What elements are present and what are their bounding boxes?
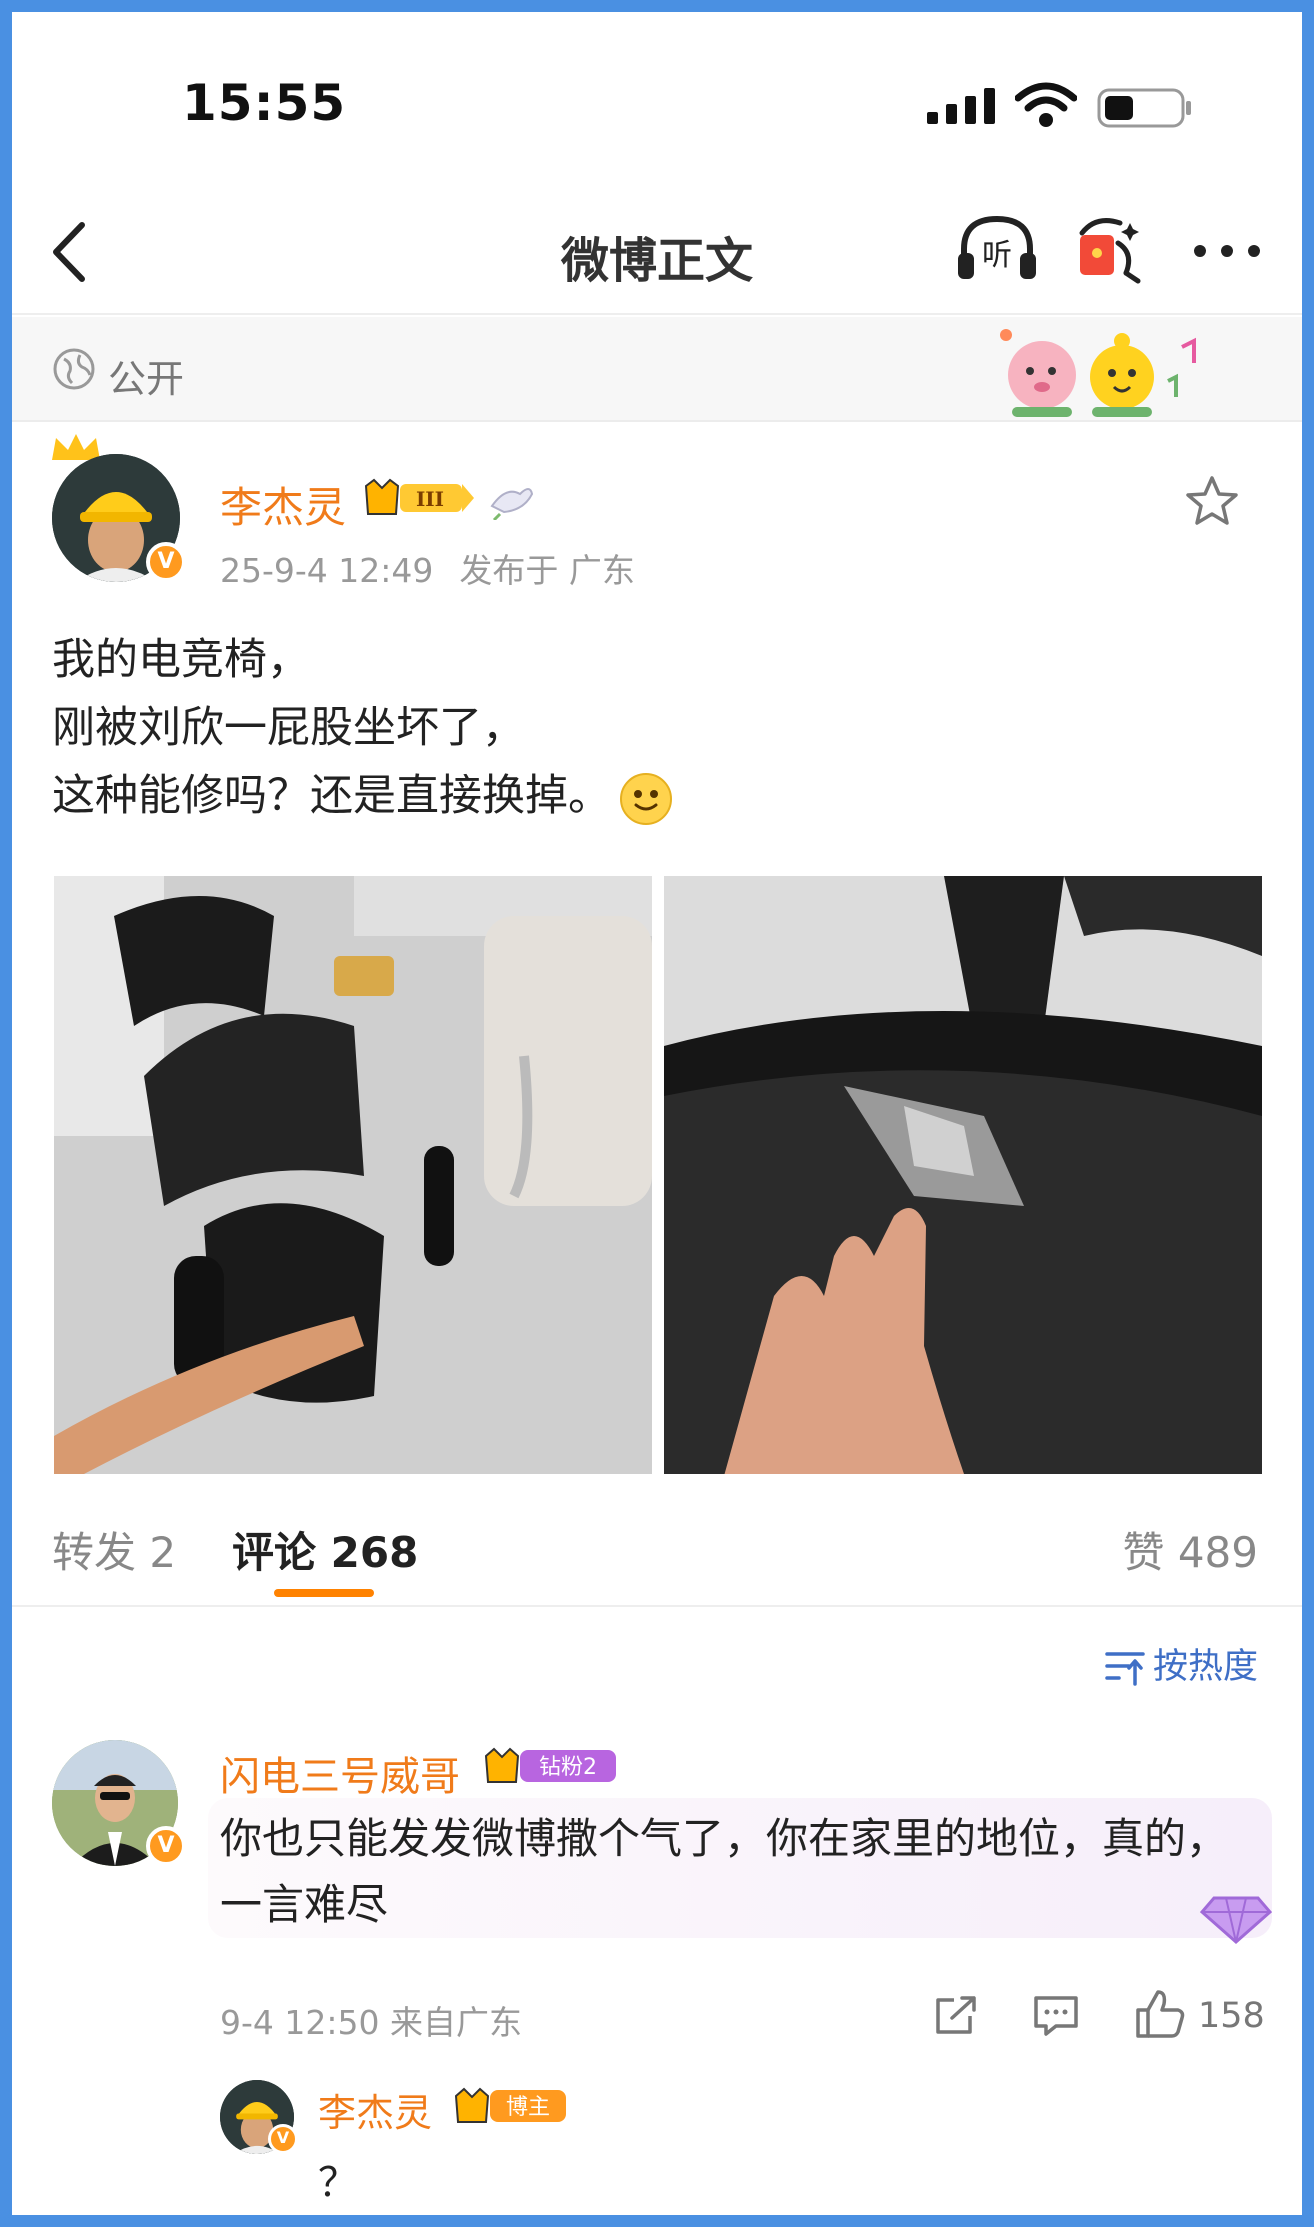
post-line-with-emoji: 这种能修吗？还是直接换掉。 xyxy=(52,762,673,830)
post-body: 我的电竞椅， 刚被刘欣一屁股坐坏了， 这种能修吗？还是直接换掉。 xyxy=(52,626,673,830)
comment-meta: 9-4 12:50 来自广东 xyxy=(220,1996,522,2044)
post-meta: 25-9-4 12:49 发布于 广东 xyxy=(220,544,661,592)
fan-badge-label: 钻粉2 xyxy=(539,1755,597,1780)
fan-level-badge: III xyxy=(360,478,480,522)
listen-headphones-icon[interactable]: 听 xyxy=(954,213,1040,283)
visibility-row: 公开 xyxy=(12,317,1302,422)
verified-badge-icon: V xyxy=(146,542,186,582)
reply-text: ？ xyxy=(318,2160,358,2206)
tab-likes-count: 489 xyxy=(1177,1528,1258,1577)
smile-emoji-icon xyxy=(620,772,672,825)
post-line: 我的电竞椅， xyxy=(52,635,310,685)
blogger-badge: 博主 xyxy=(452,2086,572,2130)
comment-time: 9-4 12:50 xyxy=(220,2003,380,2042)
svg-text:听: 听 xyxy=(982,238,1012,273)
post-line: 这种能修吗？还是直接换掉。 xyxy=(52,771,611,821)
cartoon-stickers-icon xyxy=(1000,329,1196,417)
phone-screen: 15:55 微博正文 听 公开 V 李杰灵 III 25-9-4 12:49 发… xyxy=(12,12,1302,2215)
globe-icon xyxy=(53,348,95,390)
sort-icon xyxy=(1105,1652,1145,1686)
post-photo-torn-mesh[interactable] xyxy=(664,876,1262,1474)
active-tab-indicator xyxy=(274,1589,374,1597)
comment-location: 来自广东 xyxy=(390,2003,522,2042)
post-tabs: 转发 2 评论 268 赞 489 xyxy=(12,1507,1302,1607)
author-name[interactable]: 李杰灵 xyxy=(220,474,346,535)
fan-badge: 钻粉2 xyxy=(482,1746,622,1790)
commenter-name[interactable]: 闪电三号威哥 xyxy=(220,1744,460,1802)
share-icon[interactable] xyxy=(932,1994,980,2038)
cellular-signal-icon xyxy=(927,88,995,124)
red-packet-search-icon[interactable] xyxy=(1074,213,1146,285)
post-line: 刚被刘欣一屁股坐坏了， xyxy=(52,703,525,753)
reply-author-name[interactable]: 李杰灵 xyxy=(318,2082,432,2137)
reply-verified-badge-icon: V xyxy=(268,2124,298,2154)
star-favorite-icon[interactable] xyxy=(1184,474,1240,528)
diamond-gem-icon xyxy=(1199,1896,1273,1944)
tab-comments[interactable]: 评论 268 xyxy=(232,1519,418,1580)
status-bar: 15:55 xyxy=(12,12,1302,192)
post-time: 25-9-4 12:49 xyxy=(220,551,434,590)
sort-label: 按热度 xyxy=(1152,1647,1258,1687)
post-location: 发布于 广东 xyxy=(459,551,635,590)
wifi-icon xyxy=(1015,82,1077,127)
sort-by-hot-button[interactable]: 按热度 xyxy=(1105,1638,1258,1689)
tab-repost-count: 2 xyxy=(149,1528,177,1577)
tab-repost[interactable]: 转发 2 xyxy=(52,1519,176,1580)
tab-comments-count: 268 xyxy=(330,1528,419,1577)
level-numeral: III xyxy=(416,487,444,511)
thumbs-up-icon[interactable] xyxy=(1134,1988,1186,2040)
status-time: 15:55 xyxy=(182,74,347,132)
blogger-badge-label: 博主 xyxy=(506,2095,550,2120)
commenter-verified-badge-icon: V xyxy=(146,1826,186,1866)
comment-text: 你也只能发发微博撒个气了，你在家里的地位，真的，一言难尽 xyxy=(220,1814,1229,1929)
dove-icon xyxy=(490,488,534,520)
navigation-bar: 微博正文 听 xyxy=(12,197,1302,315)
tab-likes-label: 赞 xyxy=(1122,1528,1165,1577)
tab-likes[interactable]: 赞 489 xyxy=(1122,1519,1258,1580)
tab-comments-label: 评论 xyxy=(232,1528,317,1577)
visibility-label: 公开 xyxy=(108,357,185,401)
more-options-icon[interactable] xyxy=(1192,241,1262,261)
battery-icon xyxy=(1097,88,1191,128)
comment-reply-icon[interactable] xyxy=(1032,1994,1080,2038)
comment-like-count: 158 xyxy=(1198,1996,1265,2036)
post-photo-chair-overview[interactable] xyxy=(54,876,652,1474)
tab-repost-label: 转发 xyxy=(52,1528,137,1577)
